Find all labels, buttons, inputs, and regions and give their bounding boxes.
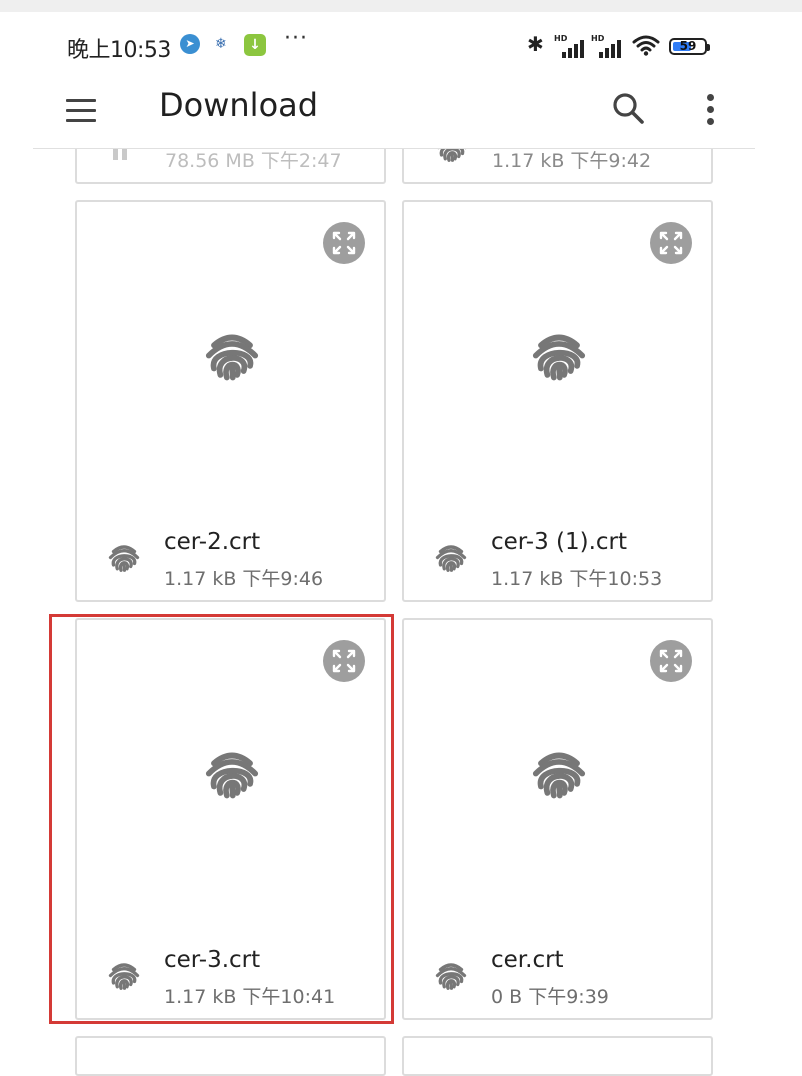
file-name: cer-3.crt: [164, 947, 261, 973]
signal-2-hd-label: HD: [591, 34, 605, 43]
file-meta: 78.56 MB 下午2:47: [165, 150, 342, 172]
fingerprint-icon: [532, 752, 586, 799]
file-meta: 1.17 kB 下午10:53: [491, 568, 663, 590]
fingerprint-icon: [205, 334, 259, 381]
top-strip: [0, 0, 802, 12]
bluetooth-icon: ✱: [527, 32, 544, 56]
battery-icon: 59: [669, 38, 710, 55]
file-card[interactable]: cer.crt 0 B 下午9:39: [402, 618, 713, 1020]
signal-2-icon: HD: [591, 34, 623, 58]
file-name: cer-3 (1).crt: [491, 529, 628, 555]
app-bar-divider: [33, 148, 755, 149]
expand-icon[interactable]: [323, 640, 365, 682]
snowflake-icon: ❄: [215, 36, 227, 52]
file-name: cer.crt: [491, 947, 564, 973]
app-bar: Download: [0, 76, 802, 148]
fingerprint-icon: [108, 545, 140, 572]
file-meta: 1.17 kB 下午10:41: [164, 986, 336, 1008]
file-card[interactable]: cer-3.crt 1.17 kB 下午10:41: [75, 618, 386, 1020]
battery-level: 59: [679, 39, 697, 53]
file-meta: 1.17 kB 下午9:42: [492, 150, 652, 172]
telegram-icon: ➤: [180, 34, 200, 54]
file-card[interactable]: cer-3 (1).crt 1.17 kB 下午10:53: [402, 200, 713, 602]
signal-1-hd-label: HD: [554, 34, 568, 43]
expand-icon[interactable]: [323, 222, 365, 264]
search-icon[interactable]: [610, 90, 646, 126]
file-card-partial[interactable]: [75, 1036, 386, 1076]
more-notifications-icon: ···: [284, 26, 308, 51]
file-name: cer-2.crt: [164, 529, 261, 555]
file-card-partial[interactable]: [402, 1036, 713, 1076]
wifi-icon: [632, 35, 660, 56]
status-time: 晚上10:53: [67, 38, 171, 63]
fingerprint-icon: [108, 963, 140, 990]
status-bar: 晚上10:53 ➤ ❄ ↓ ··· ✱ HD HD 59: [0, 12, 802, 76]
expand-icon[interactable]: [650, 640, 692, 682]
fingerprint-icon: [205, 752, 259, 799]
signal-1-icon: HD: [554, 34, 586, 58]
menu-icon[interactable]: [64, 96, 98, 126]
fingerprint-icon: [435, 963, 467, 990]
file-meta: 0 B 下午9:39: [491, 986, 609, 1008]
more-vert-icon[interactable]: [700, 90, 722, 130]
fingerprint-icon: [435, 545, 467, 572]
expand-icon[interactable]: [650, 222, 692, 264]
page-title: Download: [159, 86, 319, 124]
fingerprint-icon: [532, 334, 586, 381]
file-card[interactable]: cer-2.crt 1.17 kB 下午9:46: [75, 200, 386, 602]
download-app-icon: ↓: [244, 34, 266, 56]
file-meta: 1.17 kB 下午9:46: [164, 568, 324, 590]
